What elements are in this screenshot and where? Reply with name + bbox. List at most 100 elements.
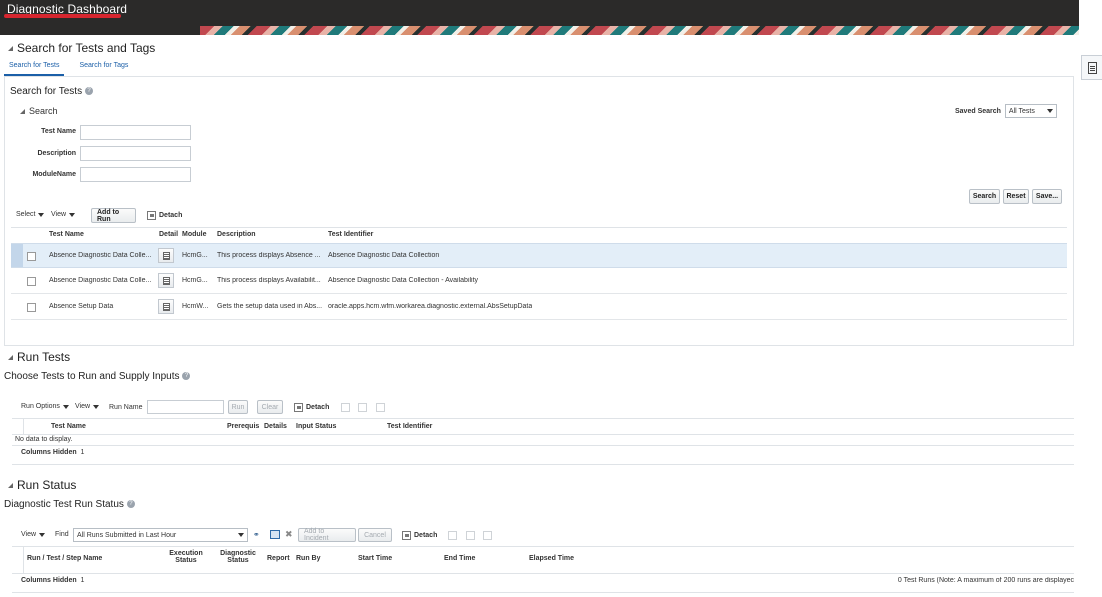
run-grid-body-border [12, 445, 1074, 446]
move-down-icon[interactable] [466, 531, 475, 540]
run-section-header[interactable]: Run Tests [8, 350, 70, 364]
move-up-icon[interactable] [448, 531, 457, 540]
run-options-menu[interactable]: Run Options [21, 403, 69, 410]
description-label: Description [37, 150, 76, 157]
status-section-header[interactable]: Run Status [8, 478, 76, 492]
col-test-identifier[interactable]: Test Identifier [328, 231, 373, 238]
detail-button[interactable] [158, 299, 174, 314]
add-to-run-button[interactable]: Add to Run [91, 208, 136, 223]
saved-search-label: Saved Search [955, 107, 1001, 115]
reset-button[interactable]: Reset [1003, 189, 1029, 204]
document-list-icon [162, 276, 170, 285]
move-down-icon[interactable] [358, 403, 367, 412]
search-label: Search [29, 106, 58, 116]
run-col-test-name[interactable]: Test Name [51, 423, 86, 430]
saved-search-select[interactable]: All Tests [1004, 104, 1057, 118]
status-title: Diagnostic Test Run Status? [4, 499, 135, 510]
cancel-button[interactable]: Cancel [358, 528, 392, 542]
document-list-icon [162, 251, 170, 260]
add-to-incident-button[interactable]: Add to Incident [298, 528, 356, 542]
tab-search-tags[interactable]: Search for Tags [74, 60, 133, 76]
collapse-triangle-icon [8, 354, 13, 360]
binoculars-icon[interactable]: ⚭ [253, 530, 263, 539]
clear-button[interactable]: Clear [257, 400, 283, 414]
run-grid-selector-col [12, 418, 24, 434]
run-view-menu[interactable]: View [75, 403, 100, 410]
search-tabs: Search for Tests Search for Tags [4, 60, 133, 76]
col-test-name[interactable]: Test Name [49, 231, 84, 238]
row-test-name: Absence Diagnostic Data Colle... [49, 277, 152, 284]
grid-top-border [11, 227, 1067, 228]
detach-label: Detach [159, 212, 183, 219]
help-icon[interactable]: ? [126, 500, 135, 509]
columns-hidden-label: Columns Hidden [21, 577, 77, 584]
chevron-down-icon [62, 404, 69, 409]
search-subsection[interactable]: Search [20, 106, 58, 116]
status-col-start-time[interactable]: Start Time [358, 555, 392, 562]
status-title-text: Diagnostic Test Run Status [4, 499, 124, 510]
help-icon[interactable]: ? [182, 372, 191, 381]
run-col-test-identifier[interactable]: Test Identifier [387, 423, 432, 430]
row-test-name: Absence Setup Data [49, 303, 114, 310]
run-name-input[interactable] [147, 400, 224, 414]
search-button[interactable]: Search [969, 189, 1000, 204]
table-row[interactable]: Absence Setup Data HcmW... Gets the setu… [11, 295, 1067, 320]
find-select[interactable]: All Runs Submitted in Last Hour [73, 528, 248, 542]
status-col-execution[interactable]: Execution Status [166, 550, 206, 564]
tab-search-tests[interactable]: Search for Tests [4, 60, 65, 76]
status-view-menu[interactable]: View [21, 531, 46, 538]
help-icon[interactable]: ? [85, 87, 94, 96]
test-name-input[interactable] [80, 125, 191, 140]
title-underline [4, 14, 121, 18]
status-col-end-time[interactable]: End Time [444, 555, 475, 562]
view-menu[interactable]: View [51, 211, 76, 218]
side-panel-toggle[interactable] [1081, 55, 1102, 80]
detach-button[interactable]: Detach [147, 211, 182, 220]
chevron-down-icon [238, 533, 244, 537]
row-test-identifier: Absence Diagnostic Data Collection - Ava… [328, 277, 479, 284]
row-description: This process displays Absence ... [217, 252, 321, 259]
run-col-input-status[interactable]: Input Status [296, 423, 336, 430]
run-title: Choose Tests to Run and Supply Inputs? [4, 371, 191, 382]
refresh-icon[interactable] [483, 531, 492, 540]
save-button[interactable]: Save... [1032, 189, 1062, 204]
table-row[interactable]: Absence Diagnostic Data Colle... HcmG...… [11, 269, 1067, 294]
row-checkbox[interactable] [27, 277, 36, 286]
row-checkbox[interactable] [27, 303, 36, 312]
status-col-run-by[interactable]: Run By [296, 555, 321, 562]
detail-button[interactable] [158, 273, 174, 288]
detail-button[interactable] [158, 248, 174, 263]
run-col-details[interactable]: Details [264, 423, 287, 430]
refresh-icon[interactable] [376, 403, 385, 412]
search-section-header[interactable]: Search for Tests and Tags [8, 41, 155, 55]
description-input[interactable] [80, 146, 191, 161]
module-name-input[interactable] [80, 167, 191, 182]
status-col-run-name[interactable]: Run / Test / Step Name [27, 555, 102, 562]
run-col-prerequis[interactable]: Prerequis [227, 423, 259, 430]
select-menu-label: Select [16, 211, 36, 218]
row-selector[interactable] [11, 244, 23, 267]
status-col-diagnostic[interactable]: Diagnostic Status [217, 550, 259, 564]
status-col-elapsed-time[interactable]: Elapsed Time [529, 555, 574, 562]
find-select-value: All Runs Submitted in Last Hour [77, 531, 177, 539]
status-col-report[interactable]: Report [267, 555, 290, 562]
columns-hidden-label: Columns Hidden [21, 449, 77, 456]
status-columns-hidden: Columns Hidden 1 [21, 577, 84, 584]
view-menu-label: View [21, 531, 37, 538]
status-detach-button[interactable]: Detach [402, 531, 437, 540]
select-menu[interactable]: Select [16, 211, 45, 218]
chevron-down-icon [1046, 109, 1053, 113]
table-row[interactable]: Absence Diagnostic Data Colle... HcmG...… [11, 243, 1067, 268]
row-checkbox[interactable] [27, 252, 36, 261]
col-description[interactable]: Description [217, 231, 256, 238]
copy-icon[interactable] [270, 530, 280, 539]
run-button[interactable]: Run [228, 400, 248, 414]
col-module[interactable]: Module [182, 231, 207, 238]
col-detail[interactable]: Detail [159, 231, 178, 238]
row-module: HcmW... [182, 303, 209, 310]
move-up-icon[interactable] [341, 403, 350, 412]
delete-icon[interactable]: ✖ [285, 529, 293, 540]
status-footer-note: 0 Test Runs (Note: A maximum of 200 runs… [897, 577, 1074, 584]
saved-search: Saved Search All Tests [955, 104, 1057, 118]
run-detach-button[interactable]: Detach [294, 403, 329, 412]
